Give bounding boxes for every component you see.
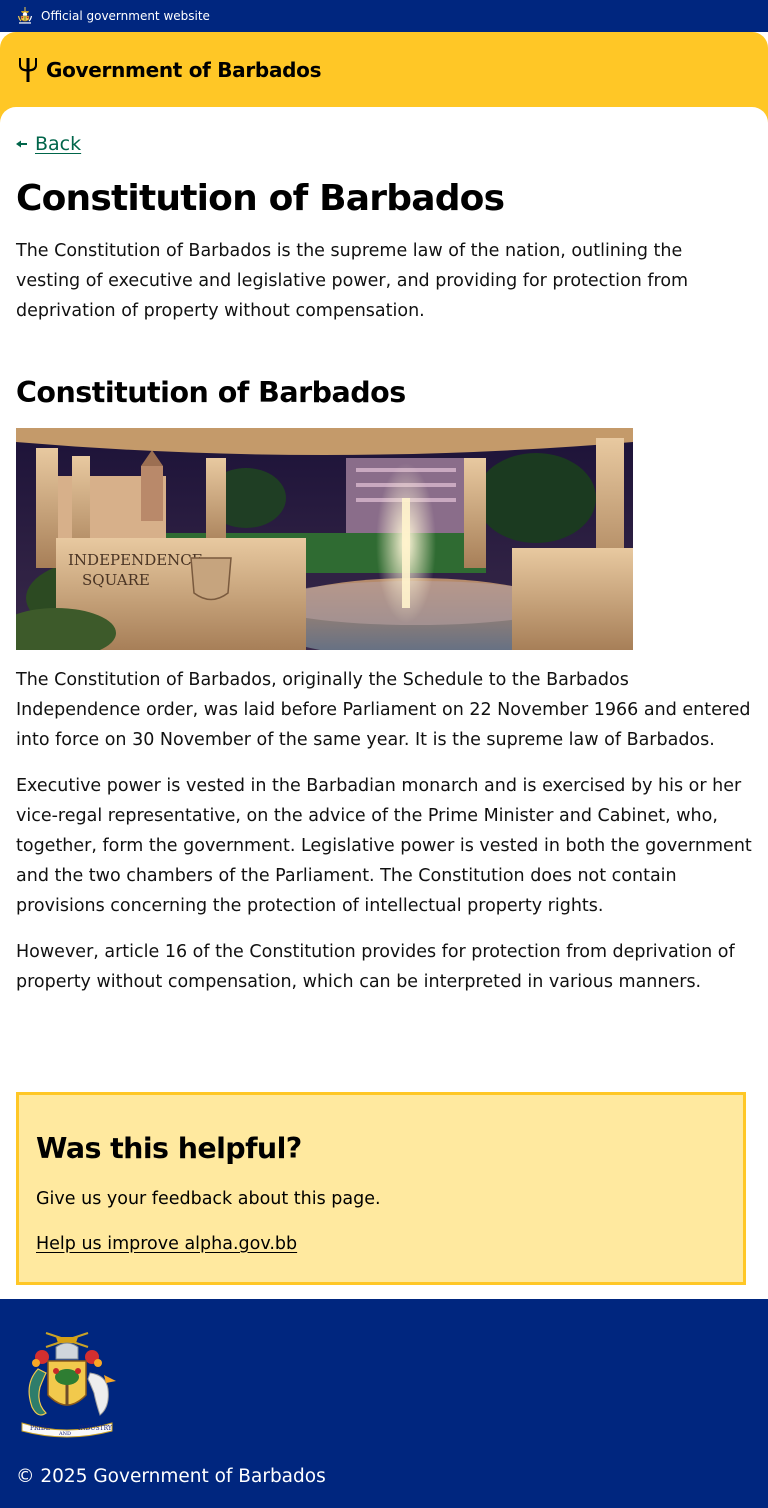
motto-industry: INDUSTRY — [78, 1425, 113, 1432]
motto-and: AND — [58, 1431, 71, 1437]
home-link[interactable]: Government of Barbados — [16, 56, 322, 84]
trident-icon — [19, 58, 37, 82]
section-heading: Constitution of Barbados — [16, 376, 406, 409]
independence-square-photo: INDEPENDENCE SQUARE — [16, 428, 633, 650]
official-banner-text: Official government website — [41, 9, 210, 23]
body-paragraph-3: However, article 16 of the Constitution … — [16, 942, 735, 992]
brand-name: Government of Barbados — [46, 58, 322, 82]
photo-sign-line2: SQUARE — [82, 571, 150, 589]
independence-square-illustration: INDEPENDENCE SQUARE — [16, 428, 633, 650]
site-footer: PRIDE AND INDUSTRY © 2025 Government of … — [0, 1299, 768, 1508]
back-label: Back — [35, 133, 82, 155]
article-body: The Constitution of Barbados, originally… — [16, 665, 756, 1013]
official-banner: Official government website — [0, 0, 768, 32]
copyright-text: © 2025 Government of Barbados — [16, 1466, 326, 1487]
back-link[interactable]: Back — [16, 133, 81, 155]
feedback-text: Give us your feedback about this page. — [36, 1189, 381, 1209]
motto-pride: PRIDE — [30, 1425, 50, 1432]
main-content: Back Constitution of Barbados The Consti… — [0, 107, 768, 1299]
arrow-left-icon — [16, 140, 27, 148]
coat-of-arms-icon — [17, 7, 33, 24]
feedback-link[interactable]: Help us improve alpha.gov.bb — [36, 1229, 297, 1259]
feedback-heading: Was this helpful? — [36, 1132, 302, 1165]
photo-sign-line1: INDEPENDENCE — [68, 551, 203, 569]
feedback-box: Was this helpful? Give us your feedback … — [16, 1092, 746, 1285]
page-title: Constitution of Barbados — [16, 178, 505, 219]
lead-paragraph: The Constitution of Barbados is the supr… — [16, 241, 689, 321]
body-paragraph-1: The Constitution of Barbados, originally… — [16, 670, 751, 750]
coat-of-arms-icon: PRIDE AND INDUSTRY — [21, 1332, 116, 1438]
body-paragraph-2: Executive power is vested in the Barbadi… — [16, 776, 752, 916]
